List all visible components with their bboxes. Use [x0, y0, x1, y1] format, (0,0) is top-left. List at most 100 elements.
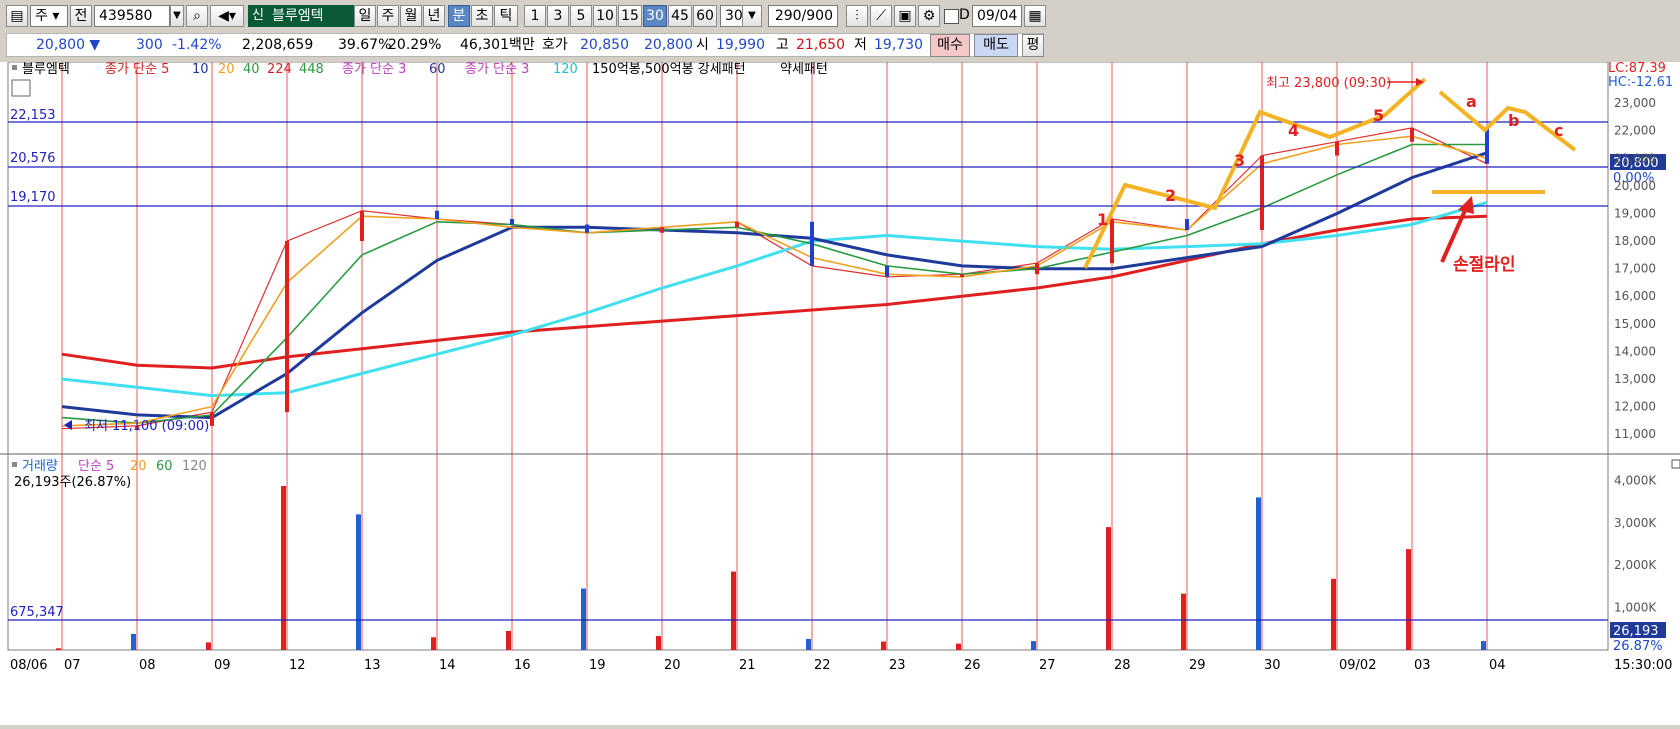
- price-tick-label: 11,000: [1614, 427, 1656, 441]
- candle: [285, 241, 289, 413]
- legend-ma-20: 20: [218, 62, 235, 77]
- candle: [960, 274, 964, 277]
- open-label: 시: [696, 37, 709, 53]
- min-3[interactable]: 3: [547, 5, 569, 27]
- sell-button[interactable]: 매도: [974, 34, 1018, 57]
- volume-tick-label: 2,000K: [1614, 558, 1657, 572]
- chart-grid: [7, 61, 1609, 651]
- hline-label-19170: 19,170: [10, 190, 56, 205]
- volume-ma-60: 60: [156, 459, 173, 474]
- min-60[interactable]: 60: [693, 5, 717, 27]
- period-minute[interactable]: 분: [448, 5, 470, 27]
- stock-code-input[interactable]: 439580: [94, 5, 170, 27]
- volume-ratio: 39.67%: [338, 37, 392, 53]
- volume-bar: [1181, 593, 1186, 650]
- legend-stock-name: 블루엠텍: [22, 62, 70, 77]
- min-45[interactable]: 45: [668, 5, 692, 27]
- interval-dropdown-icon[interactable]: ▼: [742, 5, 762, 27]
- min-5[interactable]: 5: [570, 5, 592, 27]
- sound-icon[interactable]: ◀▾: [210, 5, 244, 27]
- price-tick-label: 21,000: [1614, 151, 1656, 165]
- candle: [1110, 218, 1114, 264]
- volume-bar: [206, 642, 211, 650]
- price-tick-label: 23,000: [1614, 96, 1656, 110]
- moving-average-lines: [61, 127, 1489, 430]
- min-10[interactable]: 10: [593, 5, 617, 27]
- candle: [210, 412, 214, 426]
- high-annotation: 최고 23,800 (09:30): [1266, 76, 1391, 91]
- period-tick[interactable]: 틱: [494, 5, 518, 27]
- candle: [585, 224, 589, 233]
- volume-bars: [56, 485, 1486, 650]
- period-day[interactable]: 일: [354, 5, 376, 27]
- search-icon[interactable]: ⌕: [186, 5, 208, 27]
- low-label: 저: [854, 37, 867, 53]
- volume-bar: [1331, 578, 1336, 650]
- wave-4: 4: [1288, 121, 1299, 140]
- period-week[interactable]: 주: [377, 5, 399, 27]
- save-icon[interactable]: ▣: [894, 5, 916, 27]
- price-tick-label: 17,000: [1614, 262, 1656, 276]
- volume-legend-name: 거래량: [22, 459, 58, 474]
- time-axis-label: 29: [1189, 658, 1206, 673]
- volume-bar: [131, 633, 136, 650]
- stop-line-label: 손절라인: [1453, 254, 1516, 275]
- date-input[interactable]: 09/04: [972, 5, 1022, 27]
- time-axis-label: 13: [364, 658, 381, 673]
- time-axis-label: 19: [589, 658, 606, 673]
- volume-pct-tag: 26.87%: [1613, 639, 1663, 654]
- checkbox[interactable]: [944, 9, 959, 24]
- time-axis-label: 23: [889, 658, 906, 673]
- time-axis-label: 04: [1489, 658, 1506, 673]
- price-change: 300: [136, 37, 163, 53]
- price-volume-chart: 22,153 20,576 19,170 675,347 블루엠텍 종가 단순 …: [0, 61, 1680, 673]
- period-second[interactable]: 초: [471, 5, 493, 27]
- trade-amount: 46,301백만: [460, 37, 535, 53]
- volume-bar: [506, 630, 511, 650]
- candle: [735, 221, 739, 228]
- volume-value: 2,208,659: [242, 37, 314, 53]
- buy-button[interactable]: 매수: [930, 34, 970, 57]
- volume-bar: [1481, 641, 1486, 650]
- time-axis-label: 14: [439, 658, 456, 673]
- lc-value: LC:87.39: [1608, 62, 1666, 76]
- layout-icon[interactable]: ▤: [6, 5, 28, 27]
- legend-pattern: 150억봉,500억봉 강세패턴: [592, 62, 746, 77]
- candle-icon[interactable]: ⫶: [846, 5, 868, 27]
- price-tick-label: 13,000: [1614, 372, 1656, 386]
- gear-icon[interactable]: ⚙: [918, 5, 940, 27]
- period-year[interactable]: 년: [423, 5, 445, 27]
- price-tick-label: 14,000: [1614, 344, 1656, 358]
- calendar-icon[interactable]: ▦: [1024, 5, 1046, 27]
- min-1[interactable]: 1: [524, 5, 546, 27]
- period-month[interactable]: 월: [400, 5, 422, 27]
- grid-toggle-icon[interactable]: [11, 79, 31, 97]
- price-tick-label: 20,000: [1614, 179, 1656, 193]
- price-tick-label: 12,000: [1614, 400, 1656, 414]
- time-axis-label: 08: [139, 658, 156, 673]
- hc-value: HC:-12.61: [1608, 75, 1673, 90]
- min-15[interactable]: 15: [618, 5, 642, 27]
- ask-price: 20,850: [580, 37, 629, 53]
- volume-tick-label: 4,000K: [1614, 473, 1657, 487]
- bid-ask-label: 호가: [542, 37, 568, 53]
- wave-2: 2: [1165, 186, 1176, 205]
- volume-bar: [431, 637, 436, 650]
- count-input[interactable]: 290/900: [768, 5, 838, 27]
- min-30[interactable]: 30: [643, 5, 667, 27]
- volume-bar: [806, 638, 811, 650]
- candle: [1335, 141, 1339, 156]
- market-select[interactable]: 주 ▾: [30, 5, 68, 27]
- line-tool-icon[interactable]: ⟋: [870, 5, 892, 27]
- wave-lines: [1083, 77, 1577, 269]
- volume-legend-marker: [12, 462, 17, 467]
- volume-bar: [56, 648, 61, 650]
- time-start-label: 08/06: [10, 658, 47, 673]
- pane-close-icon[interactable]: [1671, 459, 1680, 469]
- eval-button[interactable]: 평: [1022, 34, 1044, 57]
- prev-button[interactable]: 전: [70, 5, 92, 27]
- candle: [510, 218, 514, 225]
- ma-line: [61, 127, 1488, 430]
- wave-5: 5: [1373, 106, 1384, 125]
- code-dropdown-icon[interactable]: ▼: [170, 5, 184, 27]
